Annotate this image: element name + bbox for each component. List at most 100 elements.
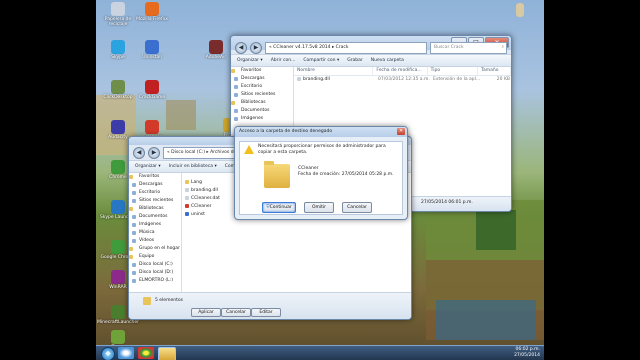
- nav-label: Sitios recientes: [139, 198, 174, 203]
- file-row[interactable]: branding.dll 07/03/2012 12:35 a.m. Exten…: [294, 76, 511, 84]
- nav-item[interactable]: Disco local (D:): [129, 269, 181, 277]
- desktop-icon[interactable]: CrackGame: [130, 80, 174, 100]
- app-icon: [145, 120, 159, 134]
- star-icon: [129, 175, 133, 179]
- dialog-close-button[interactable]: ✕: [397, 128, 405, 135]
- nav-item[interactable]: Descargas: [129, 181, 181, 189]
- app-icon: [111, 160, 125, 174]
- back-button[interactable]: ◀: [133, 147, 145, 159]
- forward-button[interactable]: ▶: [148, 147, 160, 159]
- nav-group[interactable]: Grupo en el hogar: [129, 245, 181, 253]
- column-type[interactable]: Tipo: [428, 67, 479, 75]
- file-name: branding.dll: [191, 188, 218, 193]
- nav-group[interactable]: Favoritos: [231, 67, 293, 75]
- access-denied-dialog: Acceso a la carpeta de destino denegado …: [234, 126, 408, 220]
- folder-icon: [262, 160, 292, 190]
- folder-icon: [132, 191, 136, 195]
- winrar-archive-icon: [516, 3, 524, 17]
- toolbar-include-library[interactable]: Incluir en biblioteca ▾: [169, 164, 217, 169]
- nav-item[interactable]: Escritorio: [129, 189, 181, 197]
- explorer-icon[interactable]: [158, 347, 176, 360]
- nav-label: Escritorio: [241, 84, 263, 89]
- toolbar-burn[interactable]: Grabar: [347, 58, 363, 63]
- app-icon: [111, 270, 125, 284]
- navigation-pane: Favoritos Descargas Escritorio Sitios recie…: [129, 173, 182, 293]
- nav-item[interactable]: Documentos: [129, 213, 181, 221]
- continue-button[interactable]: ⛨Continuar: [262, 202, 296, 213]
- nav-item[interactable]: Música: [129, 229, 181, 237]
- nav-label: Grupo en el hogar: [139, 246, 180, 251]
- nav-group[interactable]: Favoritos: [129, 173, 181, 181]
- folder-icon: [132, 279, 136, 283]
- folder-name: CCleaner: [298, 166, 319, 171]
- folder-icon: [234, 93, 238, 97]
- star-icon: [231, 69, 235, 73]
- desktop-icon-label: MinecraftLauncher: [96, 320, 140, 325]
- system-clock[interactable]: 06:02 p.m. 27/05/2014: [514, 347, 540, 359]
- nav-group[interactable]: Bibliotecas: [231, 99, 293, 107]
- forward-button[interactable]: ▶: [250, 42, 262, 54]
- folder-icon: [234, 77, 238, 81]
- archive-icon[interactable]: [510, 3, 530, 18]
- toolbar-organize[interactable]: Organizar ▾: [135, 164, 161, 169]
- cancel-button[interactable]: Cancelar: [221, 308, 251, 317]
- nav-item[interactable]: Sitios recientes: [231, 91, 293, 99]
- desktop-icon[interactable]: Uninstall: [130, 40, 174, 60]
- command-bar: Organizar ▾ Abrir con... Compartir con ▾…: [231, 54, 511, 67]
- nav-group[interactable]: Bibliotecas: [129, 205, 181, 213]
- desktop-icon[interactable]: Mozilla Firefox: [130, 2, 174, 22]
- cancel-button[interactable]: Cancelar: [342, 202, 372, 213]
- nav-label: Imágenes: [241, 116, 264, 121]
- skip-button[interactable]: Omitir: [304, 202, 334, 213]
- edit-button[interactable]: Editar: [251, 308, 281, 317]
- app-icon: [111, 200, 125, 214]
- nav-label: Disco local (D:): [139, 270, 174, 275]
- app-icon: [111, 330, 125, 344]
- file-icon: [185, 188, 189, 192]
- file-date: 07/03/2012 12:35 a.m.: [378, 77, 430, 82]
- apply-button[interactable]: Aplicar: [191, 308, 221, 317]
- nav-group[interactable]: Equipo: [129, 253, 181, 261]
- nav-item[interactable]: Documentos: [231, 107, 293, 115]
- item-count: 5 elementos: [155, 298, 183, 303]
- nav-item[interactable]: Imágenes: [129, 221, 181, 229]
- file-icon: [185, 212, 189, 216]
- address-bar[interactable]: « CCleaner v4.17.5v8 2014 ▸ Crack: [265, 42, 427, 54]
- nav-item[interactable]: Escritorio: [231, 83, 293, 91]
- nav-label: Imágenes: [139, 222, 162, 227]
- app-icon: [111, 40, 125, 54]
- clock-date: 27/05/2014: [514, 353, 540, 358]
- start-button[interactable]: ❖: [101, 347, 115, 360]
- nav-label: Disco local (C:): [139, 262, 173, 267]
- dialog-title-bar[interactable]: Acceso a la carpeta de destino denegado …: [235, 127, 407, 137]
- chrome-icon[interactable]: [138, 347, 154, 359]
- dialog-title: Acceso a la carpeta de destino denegado: [239, 129, 333, 134]
- column-date[interactable]: Fecha de modifica...: [373, 67, 428, 75]
- desktop-icon-label: Uninstall: [142, 55, 162, 60]
- column-size[interactable]: Tamaño: [478, 67, 511, 75]
- search-icon: ⌕: [501, 45, 504, 50]
- nav-label: Sitios recientes: [241, 92, 276, 97]
- toolbar-open-with[interactable]: Abrir con...: [271, 58, 296, 63]
- app-icon: [145, 80, 159, 94]
- app-icon: [145, 40, 159, 54]
- folder-icon: [143, 297, 151, 305]
- folder-date: Fecha de creación: 27/05/2014 05:28 p.m.: [298, 172, 394, 177]
- column-name[interactable]: Nombre: [294, 67, 374, 75]
- toolbar-share-with[interactable]: Compartir con ▾: [303, 58, 339, 63]
- folder-icon: [132, 239, 136, 243]
- ie-icon[interactable]: [118, 347, 134, 359]
- search-input[interactable]: Buscar Crack ⌕: [430, 42, 507, 54]
- toolbar-organize[interactable]: Organizar ▾: [237, 58, 263, 63]
- nav-item[interactable]: Sitios recientes: [129, 197, 181, 205]
- nav-item[interactable]: Descargas: [231, 75, 293, 83]
- nav-item[interactable]: Imágenes: [231, 115, 293, 123]
- nav-item[interactable]: Disco local (C:): [129, 261, 181, 269]
- toolbar-new-folder[interactable]: Nueva carpeta: [371, 58, 404, 63]
- nav-item[interactable]: ELMORTRO (L:): [129, 277, 181, 285]
- dialog-message: Necesitará proporcionar permisos de admi…: [258, 144, 386, 155]
- nav-item[interactable]: Vídeos: [129, 237, 181, 245]
- back-button[interactable]: ◀: [235, 42, 247, 54]
- app-icon: [145, 2, 159, 16]
- file-type: Extensión de la apl...: [433, 77, 481, 82]
